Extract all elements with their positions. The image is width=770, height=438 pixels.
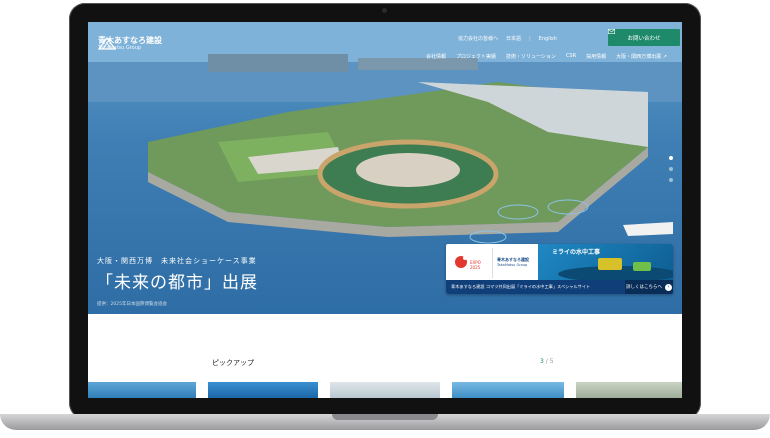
- main-nav: 会社情報 プロジェクト実績 技術・ソリューション CSR 採用情報 大阪・関西万…: [426, 53, 667, 60]
- hero-subtitle: 大阪・関西万博 未来社会ショーケース事業: [97, 257, 257, 265]
- contact-button[interactable]: お問い合わせ: [608, 29, 680, 46]
- banner-strip-text: 青木あすなろ建設 コマツ共同出展「ミライの水中工事」スペシャルサイト: [451, 284, 591, 289]
- expo-logo-text: EXPO 2025: [470, 260, 481, 270]
- nav-expo-label: 大阪・関西万博出展: [616, 54, 662, 60]
- hero-credit: 提供：2025年日本国際博覧会協会: [97, 302, 167, 307]
- nav-company[interactable]: 会社情報: [426, 53, 446, 60]
- banner-image-title: ミライの水中工事: [552, 249, 601, 256]
- slide-dot-3[interactable]: [669, 178, 673, 182]
- pickup-carousel: [88, 382, 682, 398]
- pickup-page-total: 5: [549, 358, 554, 365]
- banner-more-button[interactable]: 詳しくはこちらへ ›: [625, 280, 673, 294]
- hero-title: 「未来の都市」出展: [96, 273, 258, 293]
- site-logo[interactable]: 青木あすなろ建設 TakaMatsu Group: [98, 36, 162, 52]
- lang-japanese[interactable]: 日本語: [506, 35, 521, 42]
- browser-viewport: 青木あすなろ建設 TakaMatsu Group 協力会社の皆様へ 日本語 | …: [88, 22, 682, 398]
- pickup-card-2[interactable]: [208, 382, 318, 398]
- nav-projects[interactable]: プロジェクト実績: [456, 53, 496, 60]
- lang-english[interactable]: English: [539, 36, 557, 42]
- lang-separator: |: [529, 35, 531, 42]
- pickup-card-3[interactable]: [330, 382, 440, 398]
- company-logo-sub: TakaMatsu Group: [497, 263, 528, 267]
- camera-icon: [382, 8, 387, 13]
- mail-icon: [608, 29, 615, 34]
- pickup-card-5[interactable]: [576, 382, 682, 398]
- nav-recruit[interactable]: 採用情報: [586, 53, 606, 60]
- partners-link[interactable]: 協力会社の皆様へ: [458, 35, 498, 42]
- pickup-page-current: 3: [540, 358, 544, 365]
- contact-label: お問い合わせ: [627, 35, 661, 42]
- pickup-heading: ピックアップ: [212, 359, 254, 367]
- slide-pagination: [669, 156, 673, 182]
- expo-logo: EXPO 2025: [450, 248, 493, 278]
- company-logo: 青木あすなろ建設 TakaMatsu Group: [494, 248, 536, 278]
- utility-nav: 協力会社の皆様へ 日本語 | English: [458, 35, 557, 43]
- nav-csr[interactable]: CSR: [566, 53, 576, 60]
- arrow-right-icon: ›: [665, 283, 672, 291]
- nav-technology[interactable]: 技術・ソリューション: [506, 53, 556, 60]
- laptop-frame: 青木あすなろ建設 TakaMatsu Group 協力会社の皆様へ 日本語 | …: [0, 0, 770, 438]
- slide-dot-1[interactable]: [669, 156, 673, 160]
- external-link-icon: ↗: [662, 54, 667, 60]
- banner-more-label: 詳しくはこちらへ: [626, 285, 662, 290]
- laptop-notch: [332, 414, 438, 420]
- logo-subtitle: TakaMatsu Group: [98, 45, 142, 51]
- expo-banner[interactable]: EXPO 2025 青木あすなろ建設 TakaMatsu Group ミライの水…: [446, 244, 673, 294]
- nav-expo[interactable]: 大阪・関西万博出展 ↗: [616, 53, 667, 60]
- pickup-pager: 3 / 5: [540, 358, 554, 365]
- pickup-card-1[interactable]: [88, 382, 196, 398]
- pickup-page-separator: /: [545, 358, 548, 365]
- hero-slider: 青木あすなろ建設 TakaMatsu Group 協力会社の皆様へ 日本語 | …: [88, 22, 682, 314]
- pickup-card-4[interactable]: [452, 382, 564, 398]
- slide-dot-2[interactable]: [669, 167, 673, 171]
